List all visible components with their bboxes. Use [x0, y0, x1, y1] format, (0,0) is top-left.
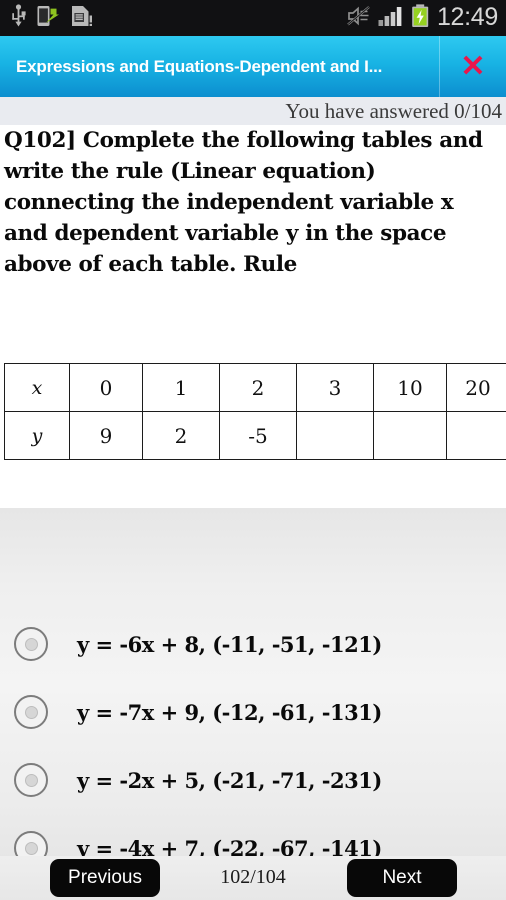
cell-y-0: 9	[69, 411, 143, 460]
radio-inner-dot	[24, 841, 38, 855]
cell-x-4: 10	[373, 363, 447, 412]
status-bar-left-icons	[10, 3, 93, 33]
row-label-y: y	[4, 411, 70, 460]
row-label-x: x	[4, 363, 70, 412]
answer-option-a[interactable]: y = -6x + 8, (-11, -51, -121)	[0, 610, 506, 678]
table-row: x 0 1 2 3 10 20	[4, 363, 506, 412]
usb-transfer-icon	[36, 4, 60, 33]
answer-option-b-label: y = -7x + 9, (-12, -61, -131)	[77, 699, 382, 725]
answered-count: You have answered 0/104	[285, 98, 502, 123]
mute-icon	[347, 5, 371, 32]
cell-y-4	[373, 411, 447, 460]
close-button[interactable]: ✕	[440, 36, 506, 97]
cell-x-1: 1	[142, 363, 220, 412]
radio-inner-dot	[24, 637, 38, 651]
cell-y-3	[296, 411, 374, 460]
answer-option-c-label: y = -2x + 5, (-21, -71, -231)	[77, 767, 382, 793]
answer-option-b[interactable]: y = -7x + 9, (-12, -61, -131)	[0, 678, 506, 746]
radio-button-icon[interactable]	[14, 763, 48, 797]
signal-bars-icon	[378, 5, 404, 32]
radio-button-icon[interactable]	[14, 695, 48, 729]
answered-status-bar: You have answered 0/104	[0, 97, 506, 125]
cell-x-2: 2	[219, 363, 297, 412]
question-area: Q102] Complete the following tables and …	[0, 125, 506, 508]
status-bar-right-icons: 12:49	[347, 2, 498, 33]
answer-option-c[interactable]: y = -2x + 5, (-21, -71, -231)	[0, 746, 506, 814]
bottom-navigation-bar: Previous 102/104 Next	[0, 856, 506, 900]
radio-inner-dot	[24, 773, 38, 787]
radio-inner-dot	[24, 705, 38, 719]
answer-option-a-label: y = -6x + 8, (-11, -51, -121)	[77, 631, 382, 657]
cell-x-5: 20	[446, 363, 506, 412]
app-title-bar: Expressions and Equations-Dependent and …	[0, 36, 506, 97]
values-table-wrapper: x 0 1 2 3 10 20 y 9 2 -5	[4, 363, 506, 460]
values-table: x 0 1 2 3 10 20 y 9 2 -5	[4, 363, 506, 460]
cell-y-1: 2	[142, 411, 220, 460]
sd-card-icon	[69, 4, 93, 33]
cell-x-0: 0	[69, 363, 143, 412]
battery-charging-icon	[411, 3, 430, 33]
status-bar: 12:49	[0, 0, 506, 36]
cell-y-2: -5	[219, 411, 297, 460]
answer-options-list: y = -6x + 8, (-11, -51, -121) y = -7x + …	[0, 508, 506, 900]
status-clock: 12:49	[436, 2, 498, 31]
cell-x-3: 3	[296, 363, 374, 412]
page-title: Expressions and Equations-Dependent and …	[16, 56, 383, 76]
next-button[interactable]: Next	[347, 859, 457, 897]
table-row: y 9 2 -5	[4, 411, 506, 460]
cell-y-5	[446, 411, 506, 460]
question-text: Q102] Complete the following tables and …	[4, 128, 483, 277]
usb-icon	[10, 3, 27, 33]
radio-button-icon[interactable]	[14, 627, 48, 661]
close-icon: ✕	[460, 49, 486, 83]
